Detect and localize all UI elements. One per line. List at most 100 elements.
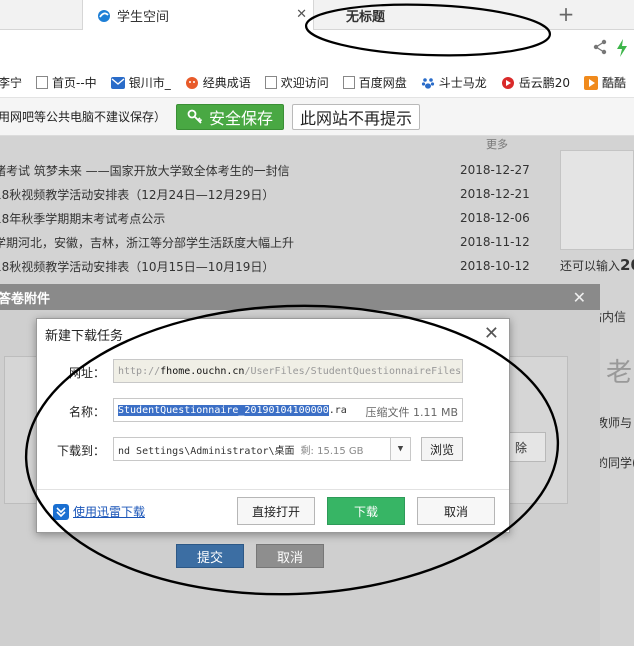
remaining-label: 还可以输入 xyxy=(560,259,621,273)
browse-button[interactable]: 浏览 xyxy=(421,437,463,461)
bookmark-label: 李宁 xyxy=(0,76,23,90)
bookmark-item[interactable]: 百度网盘 xyxy=(342,74,407,91)
never-prompt-label: 此网站不再提示 xyxy=(299,109,412,128)
page-icon xyxy=(342,76,355,89)
news-title: 18秋视频教学活动安排表（10月15日—10月19日） xyxy=(0,259,275,274)
news-item[interactable]: 诸考试 筑梦未来 ——国家开放大学致全体考生的一封信 2018-12-27 xyxy=(0,158,540,182)
bookmark-item[interactable]: 欢迎访问 xyxy=(264,74,329,91)
bookmark-label: 酷酷 xyxy=(602,76,627,90)
paw-icon xyxy=(421,77,434,89)
use-xunlei-link[interactable]: 使用迅雷下载 xyxy=(53,503,145,520)
bookmark-item[interactable]: 首页--中 xyxy=(36,74,97,91)
news-date: 2018-12-06 xyxy=(460,211,530,225)
destination-select[interactable]: nd Settings\Administrator\桌面 剩: 15.15 GB… xyxy=(113,437,411,461)
page-icon xyxy=(264,76,277,89)
download-dialog-title: 新建下载任务 ✕ xyxy=(37,319,509,349)
news-list: 诸考试 筑梦未来 ——国家开放大学致全体考生的一封信 2018-12-27 18… xyxy=(0,158,540,278)
classmates-label: 的同学( xyxy=(596,456,634,470)
dest-label: 下载到： xyxy=(56,444,105,458)
bookmark-item[interactable]: 岳云鹏20 xyxy=(501,74,570,91)
close-icon[interactable]: ✕ xyxy=(573,288,586,307)
message-input-box[interactable] xyxy=(560,150,634,250)
news-item[interactable]: 18秋视频教学活动安排表（10月15日—10月19日） 2018-10-12 xyxy=(0,254,540,278)
outer-cancel-label: 取消 xyxy=(276,550,303,566)
open-directly-button[interactable]: 直接打开 xyxy=(237,497,315,525)
share-icon[interactable] xyxy=(592,39,608,55)
infobar-message: 用网吧等公共电脑不建议保存） xyxy=(0,110,167,124)
xunlei-icon xyxy=(53,503,69,520)
page-icon xyxy=(36,76,49,89)
remove-label: 除 xyxy=(514,440,527,455)
news-more-link[interactable]: 更多 xyxy=(486,136,508,152)
never-prompt-button[interactable]: 此网站不再提示 xyxy=(292,104,420,130)
news-title: 18年秋季学期期末考试考点公示 xyxy=(0,211,166,226)
news-date: 2018-12-21 xyxy=(460,187,530,201)
url-field[interactable]: http://fhome.ouchn.cn/UserFiles/StudentQ… xyxy=(113,359,463,383)
teacher-glyph: 老 xyxy=(606,358,633,388)
bookmark-label: 欢迎访问 xyxy=(280,76,329,90)
download-button[interactable]: 下载 xyxy=(327,497,405,525)
outer-cancel-button[interactable]: 取消 xyxy=(256,544,324,568)
url-prefix: http:// xyxy=(118,365,161,377)
close-icon[interactable]: ✕ xyxy=(484,323,499,344)
url-label: 网址： xyxy=(68,366,105,380)
name-label: 名称： xyxy=(68,405,105,419)
news-item[interactable]: 学期河北，安徽，吉林，浙江等分部学生活跃度大幅上升 2018-11-12 xyxy=(0,230,540,254)
new-tab-button[interactable]: + xyxy=(556,2,576,26)
bookmark-item[interactable]: 酷酷 xyxy=(584,74,626,91)
chevron-down-icon[interactable]: ▼ xyxy=(390,438,410,460)
news-item[interactable]: 18秋视频教学活动安排表（12月24日—12月29日） 2018-12-21 xyxy=(0,182,540,206)
bookmark-label: 首页--中 xyxy=(52,76,97,90)
remaining-count: 20 xyxy=(620,256,634,274)
submit-button[interactable]: 提交 xyxy=(176,544,244,568)
key-icon xyxy=(187,109,203,124)
lightning-icon[interactable] xyxy=(616,39,628,57)
download-dialog-title-text: 新建下载任务 xyxy=(45,328,124,344)
attachment-dialog-title: 答卷附件 ✕ xyxy=(0,284,600,310)
news-date: 2018-11-12 xyxy=(460,235,530,249)
news-item[interactable]: 18年秋季学期期末考试考点公示 2018-12-06 xyxy=(0,206,540,230)
bookmark-item[interactable]: 银川市_ xyxy=(110,74,171,91)
bookmark-label: 岳云鹏20 xyxy=(518,76,571,90)
filename-row: 名称： StudentQuestionnaire_20190104100000.… xyxy=(37,398,511,424)
bookmark-item[interactable]: 李宁 xyxy=(0,74,22,91)
remaining-chars-text: 还可以输入20 xyxy=(560,256,634,274)
filename-field[interactable]: StudentQuestionnaire_20190104100000 .ra 压… xyxy=(113,398,463,422)
bookmark-item[interactable]: 斗士马龙 xyxy=(421,74,487,91)
file-type-size: 压缩文件 1.11 MB xyxy=(361,404,458,420)
news-title: 18秋视频教学活动安排表（12月24日—12月29日） xyxy=(0,187,275,202)
tab-strip: 学生空间 ✕ 无标题 + xyxy=(0,0,634,31)
news-date: 2018-10-12 xyxy=(460,259,530,273)
cancel-button[interactable]: 取消 xyxy=(417,497,495,525)
free-space: 剩: 15.15 GB xyxy=(300,445,364,457)
bookmark-label: 经典成语 xyxy=(202,76,251,90)
url-row: 网址： http://fhome.ouchn.cn/UserFiles/Stud… xyxy=(37,359,511,385)
browser-favicon-icon xyxy=(98,9,110,22)
destination-row: 下载到： nd Settings\Administrator\桌面 剩: 15.… xyxy=(37,437,511,463)
bookmark-label: 银川市_ xyxy=(128,76,171,90)
attachment-dialog-title-text: 答卷附件 xyxy=(0,291,51,307)
bookmark-label: 百度网盘 xyxy=(358,76,407,90)
divider xyxy=(37,489,509,490)
close-tab-icon[interactable]: ✕ xyxy=(296,7,307,22)
tab-untitled[interactable]: 无标题 xyxy=(314,0,540,30)
news-title: 学期河北，安徽，吉林，浙江等分部学生活跃度大幅上升 xyxy=(0,235,295,250)
cancel-label: 取消 xyxy=(443,504,468,519)
bookmarks-bar: 李宁 首页--中 银川市_ 经典成语 欢迎访问 百度网盘 斗士马龙 岳云鹏20 xyxy=(0,68,634,98)
password-save-infobar: 用网吧等公共电脑不建议保存） 安全保存 此网站不再提示 xyxy=(0,98,634,136)
url-host: fhome.ouchn.cn xyxy=(160,365,245,377)
news-date: 2018-12-27 xyxy=(460,163,530,177)
download-label: 下载 xyxy=(353,504,378,519)
safe-save-button[interactable]: 安全保存 xyxy=(176,104,284,130)
filename-selected-text: StudentQuestionnaire_20190104100000 xyxy=(118,404,329,416)
bookmark-item[interactable]: 经典成语 xyxy=(185,74,251,91)
toolbar-row xyxy=(0,30,634,68)
play-icon xyxy=(584,75,599,90)
tab-label: 无标题 xyxy=(346,9,386,25)
bookmark-label: 斗士马龙 xyxy=(438,76,487,90)
open-directly-label: 直接打开 xyxy=(251,504,300,519)
video-icon xyxy=(501,76,514,89)
new-download-dialog: 新建下载任务 ✕ 网址： http://fhome.ouchn.cn/UserF… xyxy=(36,318,510,533)
tab-label: 学生空间 xyxy=(117,10,170,25)
tab-student-space[interactable]: 学生空间 ✕ xyxy=(82,0,314,31)
